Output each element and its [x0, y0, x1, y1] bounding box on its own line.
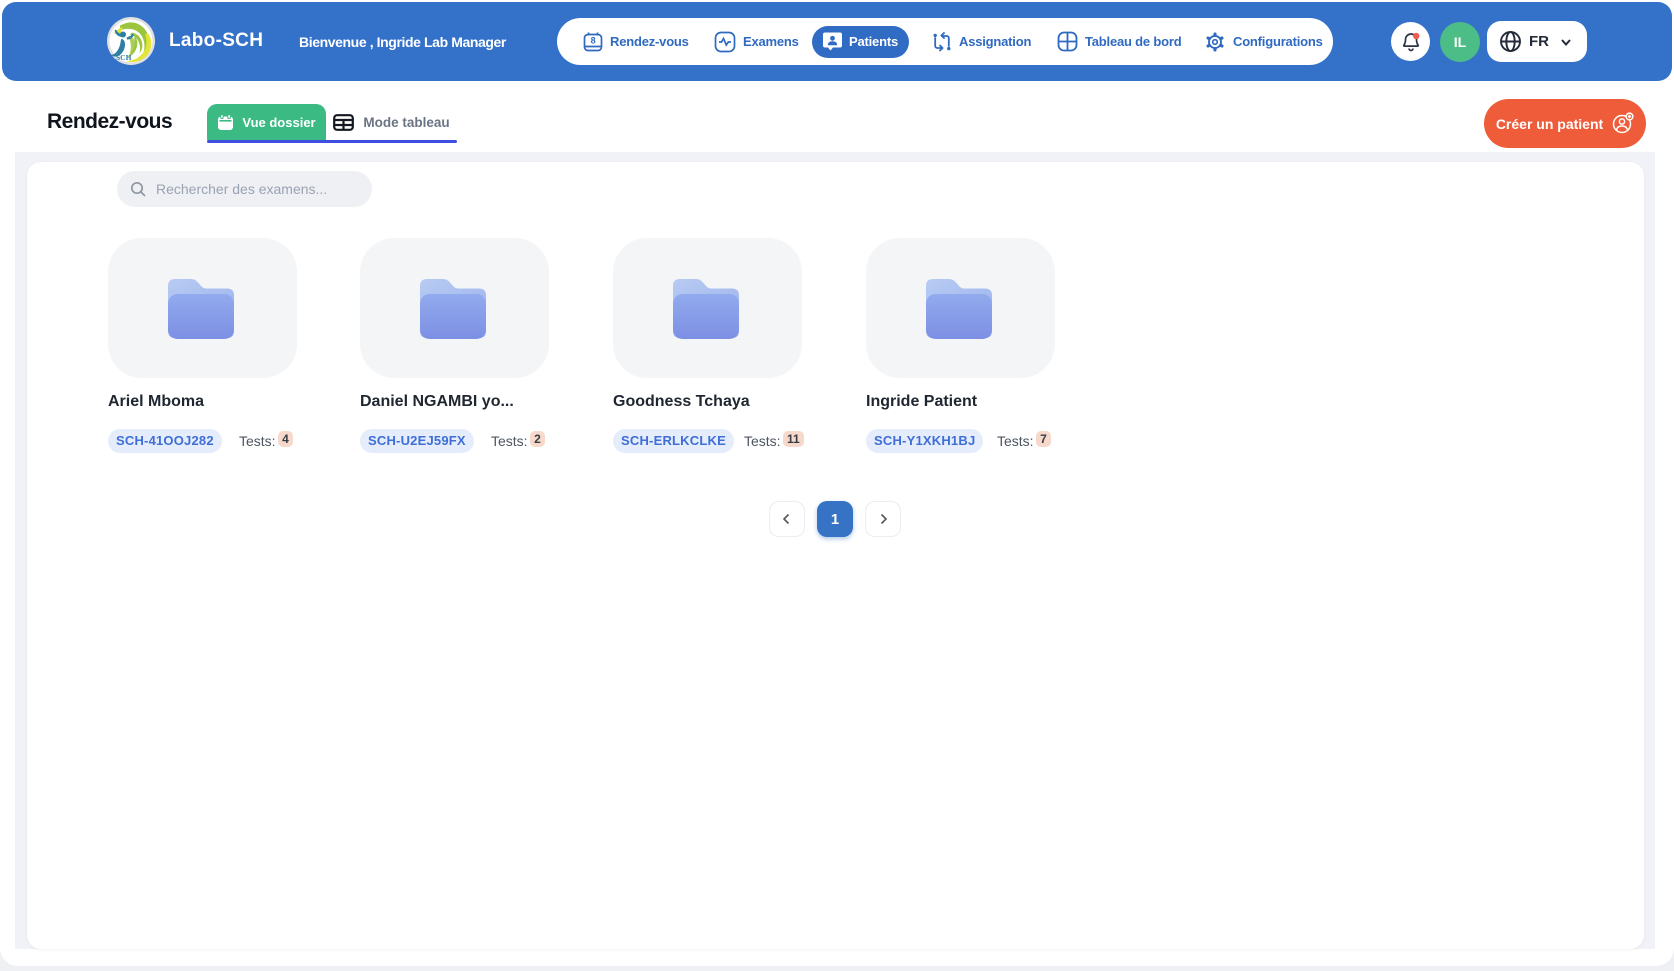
svg-text:8: 8 [591, 36, 596, 46]
svg-text:SCH: SCH [116, 53, 132, 62]
